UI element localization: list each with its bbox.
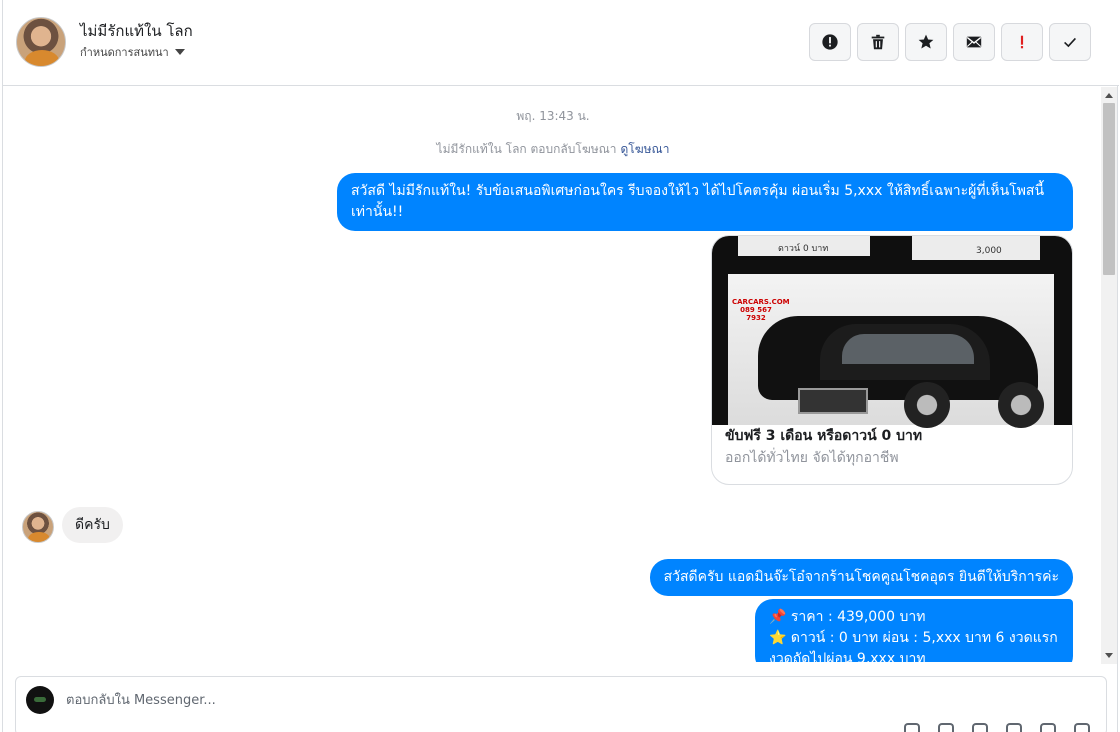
message-line: ⭐ ดาวน์ : 0 บาท ผ่อน : 5,xxx บาท 6 งวดแร…: [769, 630, 1058, 646]
sticker-icon[interactable]: [1040, 723, 1056, 732]
like-icon[interactable]: [1074, 723, 1090, 732]
car-wheel-rear: [998, 382, 1044, 428]
ad-card-image: ดาวน์ 0 บาท 3,000 CARCARS.COM 089 567 79…: [712, 236, 1072, 428]
car-window-shape: [842, 334, 974, 364]
reply-composer: [15, 676, 1107, 732]
emoji-icon[interactable]: [1006, 723, 1022, 732]
car-grille-shape: [798, 388, 868, 414]
message-line: งวดถัดไปผ่อน 9,xxx บาท: [769, 651, 926, 662]
outgoing-message[interactable]: 📌 ราคา : 439,000 บาท ⭐ ดาวน์ : 0 บาท ผ่อ…: [755, 599, 1073, 662]
ad-card-top-right-banner: 3,000: [912, 236, 1040, 260]
exclamation-icon: [1020, 35, 1024, 49]
caret-down-icon: [174, 49, 185, 55]
view-ad-link[interactable]: ดูโฆษณา: [621, 142, 670, 156]
dealer-logo: CARCARS.COM 089 567 7932: [732, 298, 790, 322]
trash-icon: [871, 34, 885, 50]
conversation-header: ไม่มีรักแท้ใน โลก กำหนดการสนทนา: [3, 0, 1119, 86]
assign-conversation-dropdown[interactable]: กำหนดการสนทนา: [80, 43, 185, 61]
mark-unread-button[interactable]: [953, 23, 995, 61]
attachment-icon[interactable]: [938, 723, 954, 732]
star-icon: [918, 34, 934, 49]
inbox-conversation-panel: ไม่มีรักแท้ใน โลก กำหนดการสนทนา พฤ. 13:4…: [2, 0, 1119, 732]
check-icon: [1064, 37, 1076, 48]
ad-card-top-left-banner: ดาวน์ 0 บาท: [738, 236, 870, 256]
contact-avatar[interactable]: [16, 17, 66, 67]
saved-reply-icon[interactable]: [972, 723, 988, 732]
mark-done-button[interactable]: [1049, 23, 1091, 61]
ad-card-subtitle: ออกได้ทั่วไทย จัดได้ทุกอาชีพ: [725, 450, 899, 466]
outgoing-message[interactable]: สวัสดี ไม่มีรักแท้ใน! รับข้อเสนอพิเศษก่อ…: [337, 173, 1073, 231]
ad-preview-card[interactable]: ดาวน์ 0 บาท 3,000 CARCARS.COM 089 567 79…: [711, 235, 1073, 485]
reply-input[interactable]: [66, 689, 966, 711]
message-thread[interactable]: พฤ. 13:43 น. ไม่มีรักแท้ใน โลก ตอบกลับโฆ…: [3, 87, 1103, 662]
conversation-toolbar: [809, 23, 1091, 61]
scroll-down-arrow-icon[interactable]: [1105, 653, 1113, 658]
contact-name[interactable]: ไม่มีรักแท้ใน โลก: [80, 19, 193, 43]
star-button[interactable]: [905, 23, 947, 61]
envelope-icon: [966, 36, 982, 48]
upload-icon[interactable]: [904, 723, 920, 732]
scroll-thumb[interactable]: [1103, 103, 1115, 275]
alert-circle-icon: [822, 34, 838, 50]
ad-reply-note: ไม่มีรักแท้ใน โลก ตอบกลับโฆษณา ดูโฆษณา: [3, 140, 1103, 159]
car-body-shape: [758, 316, 1038, 414]
car-wheel-front: [904, 382, 950, 428]
message-line: 📌 ราคา : 439,000 บาท: [769, 609, 926, 625]
delete-button[interactable]: [857, 23, 899, 61]
ad-reply-note-text: ไม่มีรักแท้ใน โลก ตอบกลับโฆษณา: [436, 142, 617, 156]
outgoing-message[interactable]: สวัสดีครับ แอดมินจ๊ะโอ๋จากร้านโชคคูณโชคอ…: [649, 559, 1073, 596]
follow-up-button[interactable]: [1001, 23, 1043, 61]
ad-card-title: ขับฟรี 3 เดือน หรือดาวน์ 0 บาท: [725, 428, 923, 444]
car-photo: CARCARS.COM 089 567 7932: [728, 274, 1054, 428]
scroll-up-arrow-icon[interactable]: [1105, 93, 1113, 98]
assign-conversation-label: กำหนดการสนทนา: [80, 46, 169, 59]
composer-tools: [904, 723, 1090, 732]
message-timestamp: พฤ. 13:43 น.: [516, 109, 590, 123]
mark-spam-button[interactable]: [809, 23, 851, 61]
sender-avatar[interactable]: [22, 511, 54, 543]
thread-scrollbar[interactable]: [1101, 87, 1117, 664]
page-avatar: [26, 686, 54, 714]
incoming-message[interactable]: ดีครับ: [62, 507, 123, 543]
